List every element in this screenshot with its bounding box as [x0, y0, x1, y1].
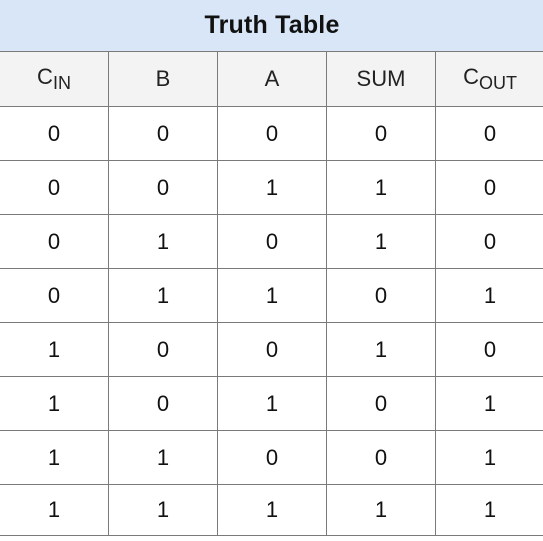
cell-cout: 0 — [434, 160, 543, 215]
cell-b: 0 — [108, 322, 218, 377]
header-row: CIN B A SUM COUT — [0, 51, 543, 107]
cell-cout: 0 — [434, 322, 543, 377]
cell-cout: 1 — [434, 376, 543, 431]
header-cin-main: C — [37, 64, 53, 89]
cell-cin: 1 — [0, 322, 109, 377]
header-b-main: B — [155, 66, 171, 91]
table-row: 1 0 0 1 0 — [0, 322, 543, 377]
cell-a: 0 — [217, 106, 327, 161]
truth-table: Truth Table CIN B A SUM COUT 0 0 0 0 0 0… — [0, 0, 543, 536]
table-row: 0 0 0 0 0 — [0, 106, 543, 161]
table-row: 1 1 1 1 1 — [0, 484, 543, 536]
table-row: 0 1 0 1 0 — [0, 214, 543, 269]
cell-a: 1 — [217, 268, 327, 323]
title-row: Truth Table — [0, 0, 543, 52]
cell-sum: 1 — [326, 160, 436, 215]
table-row: 1 0 1 0 1 — [0, 376, 543, 431]
cell-b: 0 — [108, 106, 218, 161]
header-cout-sub: OUT — [478, 73, 517, 93]
cell-cout: 1 — [434, 268, 543, 323]
cell-b: 1 — [108, 268, 218, 323]
cell-cin: 0 — [0, 160, 109, 215]
table-row: 0 0 1 1 0 — [0, 160, 543, 215]
table-row: 0 1 1 0 1 — [0, 268, 543, 323]
cell-b: 0 — [108, 160, 218, 215]
cell-cout: 1 — [434, 430, 543, 485]
header-cin: CIN — [0, 51, 109, 107]
header-sum: SUM — [326, 51, 436, 107]
cell-sum: 0 — [326, 268, 436, 323]
cell-sum: 1 — [326, 214, 436, 269]
cell-cin: 1 — [0, 430, 109, 485]
cell-cout: 0 — [434, 106, 543, 161]
cell-sum: 1 — [326, 484, 436, 536]
cell-cin: 0 — [0, 106, 109, 161]
cell-cin: 1 — [0, 376, 109, 431]
cell-b: 1 — [108, 484, 218, 536]
cell-a: 1 — [217, 484, 327, 536]
header-sum-main: SUM — [356, 66, 406, 91]
table-row: 1 1 0 0 1 — [0, 430, 543, 485]
header-cin-sub: IN — [52, 73, 71, 93]
cell-b: 1 — [108, 430, 218, 485]
header-cout: COUT — [434, 51, 543, 107]
header-a: A — [217, 51, 327, 107]
cell-a: 1 — [217, 160, 327, 215]
cell-sum: 0 — [326, 430, 436, 485]
cell-b: 1 — [108, 214, 218, 269]
cell-sum: 1 — [326, 322, 436, 377]
cell-a: 0 — [217, 430, 327, 485]
cell-cout: 1 — [434, 484, 543, 536]
cell-cin: 0 — [0, 214, 109, 269]
table-title: Truth Table — [0, 0, 543, 52]
cell-a: 0 — [217, 214, 327, 269]
header-a-main: A — [264, 66, 280, 91]
header-b: B — [108, 51, 218, 107]
cell-cout: 0 — [434, 214, 543, 269]
cell-sum: 0 — [326, 106, 436, 161]
cell-cin: 0 — [0, 268, 109, 323]
cell-a: 1 — [217, 376, 327, 431]
cell-cin: 1 — [0, 484, 109, 536]
cell-sum: 0 — [326, 376, 436, 431]
cell-a: 0 — [217, 322, 327, 377]
header-cout-main: C — [463, 64, 479, 89]
cell-b: 0 — [108, 376, 218, 431]
